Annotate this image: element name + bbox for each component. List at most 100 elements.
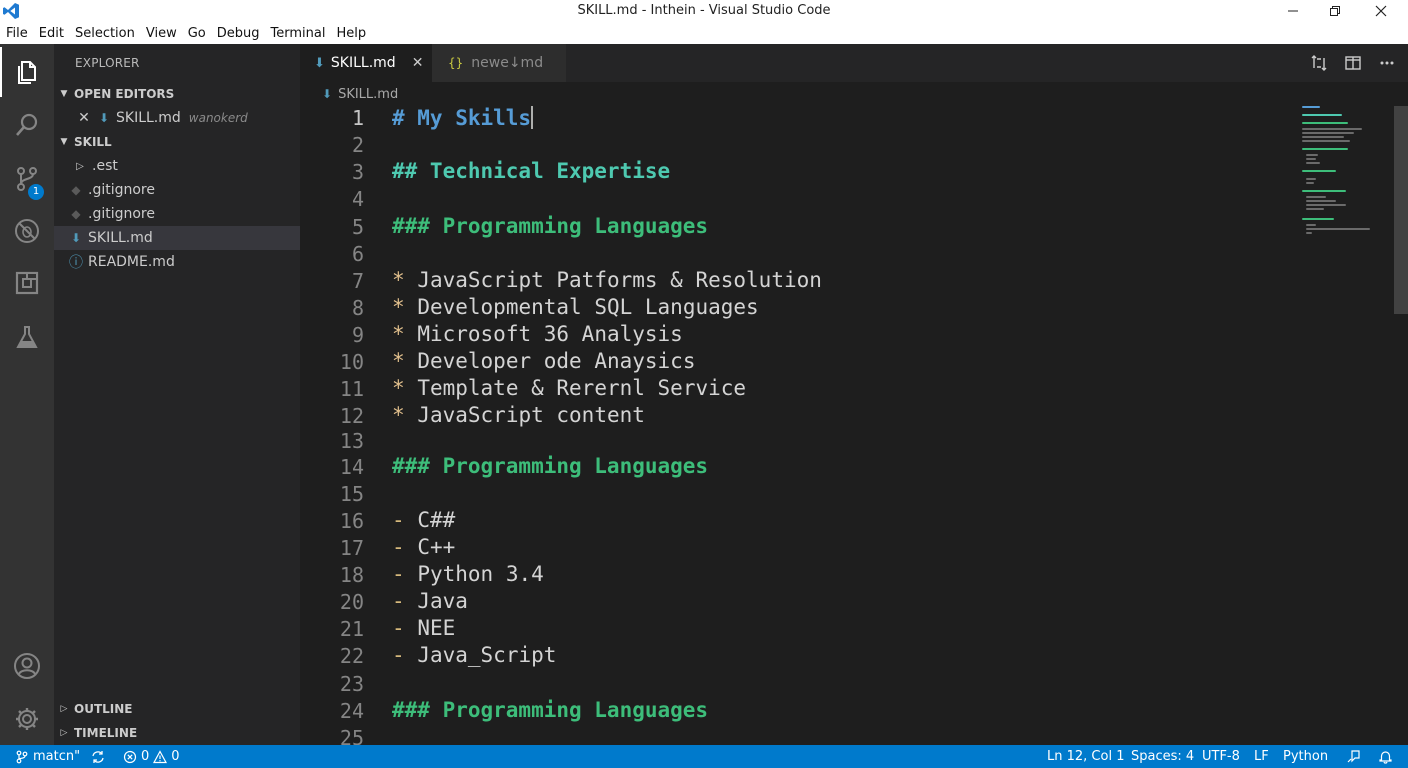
line-number: 1 <box>351 106 364 130</box>
line-number: 14 <box>339 455 364 479</box>
tab-newe-md[interactable]: {} newe↓md <box>432 44 566 82</box>
menu-edit[interactable]: Edit <box>39 26 64 41</box>
tree-item-label: .est <box>92 158 118 174</box>
tab-skill-md[interactable]: ⬇ SKILL.md ✕ <box>300 44 432 82</box>
menu-debug[interactable]: Debug <box>217 26 260 41</box>
minimap-line <box>1302 106 1320 108</box>
status-eol[interactable]: LF <box>1254 745 1269 768</box>
close-icon <box>1375 5 1387 17</box>
minimap-line <box>1306 196 1326 198</box>
code-editor[interactable]: 1 2 3 4 5 6 7 8 9 10 11 12 13 14 15 16 17 18 20 21 22 23 24 25 … <box>300 106 1408 745</box>
line-number-gutter: 1 2 3 4 5 6 7 8 9 10 11 12 13 14 15 16 17 18 20 21 22 23 24 25 <box>300 106 370 745</box>
tree-item-gitignore[interactable]: ◆ .gitignore <box>54 178 300 202</box>
activity-testing[interactable] <box>0 312 54 362</box>
restore-button[interactable] <box>1312 0 1358 22</box>
activity-explorer[interactable] <box>0 47 54 97</box>
split-editor-button[interactable] <box>1336 44 1370 82</box>
minimize-button[interactable] <box>1270 0 1316 22</box>
activity-manage[interactable] <box>0 694 54 744</box>
tree-item-est[interactable]: ▷ .est <box>54 154 300 178</box>
activity-extensions[interactable] <box>0 258 54 308</box>
list-item-text: JavaScript content <box>417 403 645 427</box>
status-indentation[interactable]: Spaces: 4 <box>1131 745 1194 768</box>
code-line: - C++ <box>392 535 455 559</box>
menu-file[interactable]: File <box>6 26 28 41</box>
status-notifications[interactable] <box>1378 745 1393 768</box>
line-number: 9 <box>351 323 364 347</box>
compare-changes-button[interactable] <box>1302 44 1336 82</box>
tree-item-readme[interactable]: ⓘ README.md <box>54 250 300 274</box>
list-item-text: C++ <box>417 535 456 559</box>
active-indicator <box>0 47 2 97</box>
status-cursor-position[interactable]: Ln 12, Col 1 <box>1047 745 1124 768</box>
line-number: 4 <box>351 187 364 211</box>
text-cursor <box>531 106 534 129</box>
gear-icon <box>16 708 38 730</box>
menu-help[interactable]: Help <box>336 26 366 41</box>
close-tab-icon[interactable]: ✕ <box>412 55 424 71</box>
menu-view[interactable]: View <box>146 26 177 41</box>
menu-terminal[interactable]: Terminal <box>271 26 326 41</box>
warning-count: 0 <box>171 749 180 764</box>
timeline-header[interactable]: ▷ TIMELINE <box>54 722 300 744</box>
minimap-line <box>1302 128 1362 130</box>
minimap-line <box>1302 190 1346 192</box>
line-number: 10 <box>339 350 364 374</box>
activity-source-control[interactable]: 1 <box>0 154 54 204</box>
close-editor-icon[interactable]: ✕ <box>76 110 92 126</box>
branch-name: matcn" <box>33 749 81 764</box>
status-language[interactable]: Python <box>1283 745 1328 768</box>
menu-go[interactable]: Go <box>188 26 206 41</box>
status-problems[interactable]: 0 0 <box>123 745 180 768</box>
minimap-line <box>1302 170 1336 172</box>
line-number: 12 <box>339 404 364 428</box>
breadcrumb[interactable]: ⬇ SKILL.md <box>300 82 1408 106</box>
status-branch[interactable]: matcn" <box>16 745 80 768</box>
chevron-right-icon: ▷ <box>60 728 68 738</box>
line-number: 11 <box>339 377 364 401</box>
list-item-text: Developer ode Anaysics <box>417 349 696 373</box>
markdown-down-arrow-icon: ⬇ <box>98 111 110 125</box>
list-item-text: JavaScript Patforms & Resolution <box>417 268 822 292</box>
tree-item-gitignore-2[interactable]: ◆ .gitignore <box>54 202 300 226</box>
activity-debug[interactable] <box>0 206 54 256</box>
minimap-line <box>1306 158 1316 160</box>
code-line: * Template & Rerernl Service <box>392 376 746 400</box>
outline-header[interactable]: ▷ OUTLINE <box>54 698 300 720</box>
error-icon <box>123 750 137 763</box>
list-item-text: Developmental SQL Languages <box>417 295 759 319</box>
more-actions-button[interactable] <box>1370 44 1404 82</box>
list-item-text: Template & Rerernl Service <box>417 376 747 400</box>
list-star-marker: * <box>392 322 405 346</box>
heading-text: ## Technical Expertise <box>392 159 671 183</box>
close-window-button[interactable] <box>1358 0 1404 22</box>
vertical-scrollbar[interactable] <box>1394 106 1408 745</box>
folder-header[interactable]: ▼ SKILL <box>54 131 300 153</box>
line-number: 5 <box>351 215 364 239</box>
chevron-right-icon: ▷ <box>60 704 68 714</box>
sidebar-title: EXPLORER <box>75 56 140 70</box>
minimap-line <box>1306 228 1370 230</box>
activity-accounts[interactable] <box>0 641 54 691</box>
code-line: - Java_Script <box>392 643 556 667</box>
activity-search[interactable] <box>0 100 54 150</box>
error-count: 0 <box>141 749 150 764</box>
status-encoding[interactable]: UTF-8 <box>1202 745 1240 768</box>
timeline-label: TIMELINE <box>74 726 138 740</box>
minimap-line <box>1306 224 1316 226</box>
open-editor-item[interactable]: ✕ ⬇ SKILL.md wanokerd <box>54 106 300 130</box>
menu-selection[interactable]: Selection <box>75 26 135 41</box>
status-feedback[interactable] <box>1346 745 1361 768</box>
code-line: ### Programming Languages <box>392 214 708 238</box>
status-sync[interactable] <box>91 745 105 768</box>
scroll-thumb[interactable] <box>1394 106 1408 314</box>
list-star-marker: * <box>392 295 405 319</box>
list-item-text: Microsoft 36 Analysis <box>417 322 683 346</box>
minimap[interactable] <box>1302 106 1392 745</box>
tree-item-skill-md[interactable]: ⬇ SKILL.md <box>54 226 300 250</box>
breadcrumb-file[interactable]: SKILL.md <box>338 87 398 102</box>
list-item-text: Python 3.4 <box>417 562 544 586</box>
line-number: 21 <box>339 617 364 641</box>
list-item-text: Java <box>417 589 468 613</box>
open-editors-header[interactable]: ▼ OPEN EDITORS <box>54 83 300 105</box>
